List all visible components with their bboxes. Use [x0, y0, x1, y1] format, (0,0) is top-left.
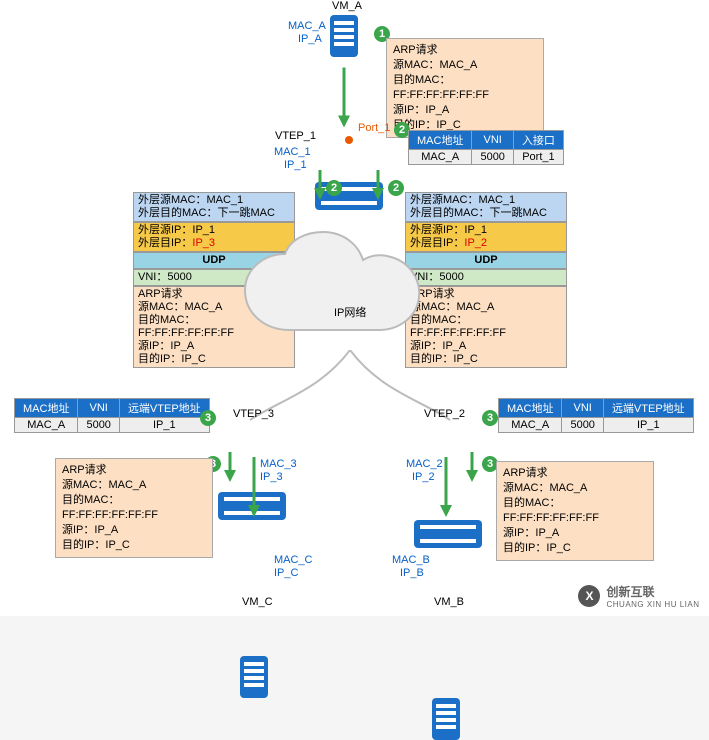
ml-h3: 远端VTEP地址: [119, 399, 209, 418]
port-dot-icon: [345, 136, 353, 144]
arp-box-br: ARP请求 源MAC：MAC_A 目的MAC：FF:FF:FF:FF:FF:FF…: [496, 461, 654, 561]
pl-osi: 外层源IP：IP_1: [138, 224, 215, 236]
pr-osm: 外层源MAC：MAC_1: [410, 194, 515, 206]
vm-b-ip: IP_B: [400, 567, 424, 579]
vtep1-label: VTEP_1: [275, 130, 316, 142]
ml-r1: MAC_A: [15, 418, 78, 433]
arp1-l1: ARP请求: [393, 43, 537, 58]
mac-table-vtep1: MAC地址VNI入接口 MAC_A5000Port_1: [408, 130, 564, 165]
vm-a-label: VM_A: [332, 0, 362, 12]
abl-5: 目的IP：IP_C: [62, 538, 206, 553]
vm-c-ip: IP_C: [274, 567, 298, 579]
cloud-icon: [240, 230, 460, 360]
arrow-down-icon: [248, 452, 260, 522]
mr-r1: MAC_A: [499, 418, 562, 433]
arrow-down-icon: [224, 452, 236, 482]
mt-top-r2: 5000: [472, 150, 513, 165]
vm-c-label: VM_C: [242, 596, 273, 608]
mt-top-h2: VNI: [472, 131, 513, 150]
abr-4: 源IP：IP_A: [503, 526, 647, 541]
watermark: X 创新互联 CHUANG XIN HU LIAN: [569, 576, 709, 616]
step-3a-badge: 3: [200, 410, 216, 426]
arrow-down-icon: [440, 452, 452, 522]
arp-request-box-1: ARP请求 源MAC：MAC_A 目的MAC：FF:FF:FF:FF:FF:FF…: [386, 38, 544, 138]
abr-1: ARP请求: [503, 466, 647, 481]
mt-top-r1: MAC_A: [409, 150, 472, 165]
arp1-l3: 目的MAC：FF:FF:FF:FF:FF:FF: [393, 73, 537, 103]
pl-a4: 源IP：IP_A: [138, 340, 194, 352]
vtep3-ip: IP_3: [260, 471, 283, 483]
abr-3: 目的MAC：FF:FF:FF:FF:FF:FF: [503, 496, 647, 526]
vtep1-mac: MAC_1: [274, 146, 311, 158]
vtep2-ip: IP_2: [412, 471, 435, 483]
mr-h2: VNI: [562, 399, 603, 418]
pl-a5: 目的IP：IP_C: [138, 353, 206, 365]
ml-h1: MAC地址: [15, 399, 78, 418]
mac-table-vtep3: MAC地址VNI远端VTEP地址 MAC_A5000IP_1: [14, 398, 210, 433]
mr-h1: MAC地址: [499, 399, 562, 418]
abl-3: 目的MAC：FF:FF:FF:FF:FF:FF: [62, 493, 206, 523]
logo-icon: X: [578, 585, 600, 607]
pl-odm: 外层目的MAC：下一跳MAC: [138, 207, 275, 219]
server-icon: [432, 698, 460, 740]
mr-r3: IP_1: [603, 418, 693, 433]
abl-1: ARP请求: [62, 463, 206, 478]
mt-top-h1: MAC地址: [409, 131, 472, 150]
arrow-down-icon: [314, 170, 326, 200]
arp1-l2: 源MAC：MAC_A: [393, 58, 537, 73]
pl-a1: ARP请求: [138, 288, 183, 300]
wm-brand: 创新互联: [606, 583, 699, 600]
arp1-l4: 源IP：IP_A: [393, 103, 537, 118]
ml-h2: VNI: [78, 399, 119, 418]
step-3b-badge: 3: [482, 410, 498, 426]
mac-table-vtep2: MAC地址VNI远端VTEP地址 MAC_A5000IP_1: [498, 398, 694, 433]
step-2b-badge: 2: [326, 180, 342, 196]
ml-r3: IP_1: [119, 418, 209, 433]
vtep3-label: VTEP_3: [233, 408, 274, 420]
abr-2: 源MAC：MAC_A: [503, 481, 647, 496]
pl-odi-lab: 外层目IP：: [138, 237, 192, 249]
mt-top-r3: Port_1: [513, 150, 563, 165]
pr-odm: 外层目的MAC：下一跳MAC: [410, 207, 547, 219]
arrow-down-icon: [338, 60, 350, 135]
abl-4: 源IP：IP_A: [62, 523, 206, 538]
switch-icon: [414, 520, 482, 548]
vtep3-mac: MAC_3: [260, 458, 297, 470]
vm-a-mac: MAC_A: [288, 20, 326, 32]
pl-a2: 源MAC：MAC_A: [138, 301, 222, 313]
pl-odi: IP_3: [192, 237, 215, 249]
cloud-label: IP网络: [334, 304, 366, 320]
server-icon: [330, 15, 358, 57]
pl-vni: VNI：5000: [138, 271, 192, 283]
pl-a3: 目的MAC：FF:FF:FF:FF:FF:FF: [138, 314, 234, 339]
pr-odi: IP_2: [464, 237, 487, 249]
vtep2-mac: MAC_2: [406, 458, 443, 470]
step-2c-badge: 2: [388, 180, 404, 196]
wm-sub: CHUANG XIN HU LIAN: [606, 600, 699, 609]
mr-r2: 5000: [562, 418, 603, 433]
vtep1-ip: IP_1: [284, 159, 307, 171]
vm-b-label: VM_B: [434, 596, 464, 608]
arrow-down-icon: [466, 452, 478, 482]
pl-osm: 外层源MAC：MAC_1: [138, 194, 243, 206]
arrow-down-icon: [372, 170, 384, 200]
arp-box-bl: ARP请求 源MAC：MAC_A 目的MAC：FF:FF:FF:FF:FF:FF…: [55, 458, 213, 558]
mr-h3: 远端VTEP地址: [603, 399, 693, 418]
ml-r2: 5000: [78, 418, 119, 433]
vtep2-label: VTEP_2: [424, 408, 465, 420]
vm-c-mac: MAC_C: [274, 554, 313, 566]
abr-5: 目的IP：IP_C: [503, 541, 647, 556]
vm-a-ip: IP_A: [298, 33, 322, 45]
vm-b-mac: MAC_B: [392, 554, 430, 566]
abl-2: 源MAC：MAC_A: [62, 478, 206, 493]
vtep1-port: Port_1: [358, 122, 390, 134]
mt-top-h3: 入接口: [513, 131, 563, 150]
server-icon: [240, 656, 268, 698]
